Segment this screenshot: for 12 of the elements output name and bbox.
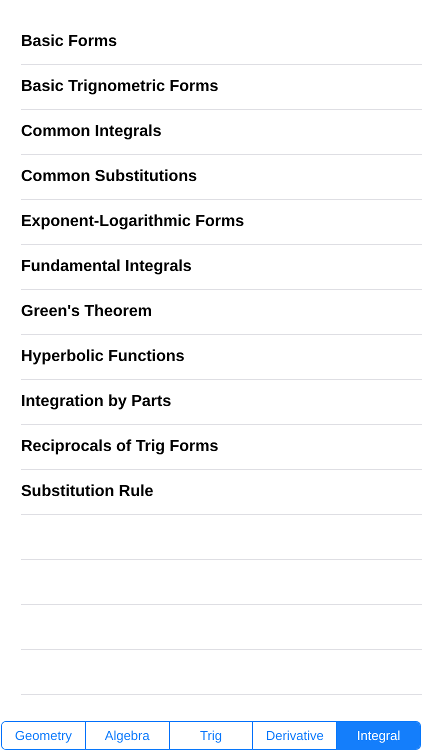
list-item[interactable]: Substitution Rule bbox=[21, 470, 422, 515]
list-item[interactable]: Fundamental Integrals bbox=[21, 245, 422, 290]
list-item[interactable]: Common Substitutions bbox=[21, 155, 422, 200]
list-item[interactable]: Green's Theorem bbox=[21, 290, 422, 335]
list-item[interactable]: Exponent-Logarithmic Forms bbox=[21, 200, 422, 245]
segment-tab[interactable]: Integral bbox=[336, 722, 420, 749]
list-item[interactable]: Hyperbolic Functions bbox=[21, 335, 422, 380]
list-item[interactable]: Basic Forms bbox=[21, 20, 422, 65]
list-item[interactable]: Common Integrals bbox=[21, 110, 422, 155]
list-item[interactable]: Integration by Parts bbox=[21, 380, 422, 425]
list-item[interactable]: Basic Trignometric Forms bbox=[21, 65, 422, 110]
list-item[interactable]: Reciprocals of Trig Forms bbox=[21, 425, 422, 470]
